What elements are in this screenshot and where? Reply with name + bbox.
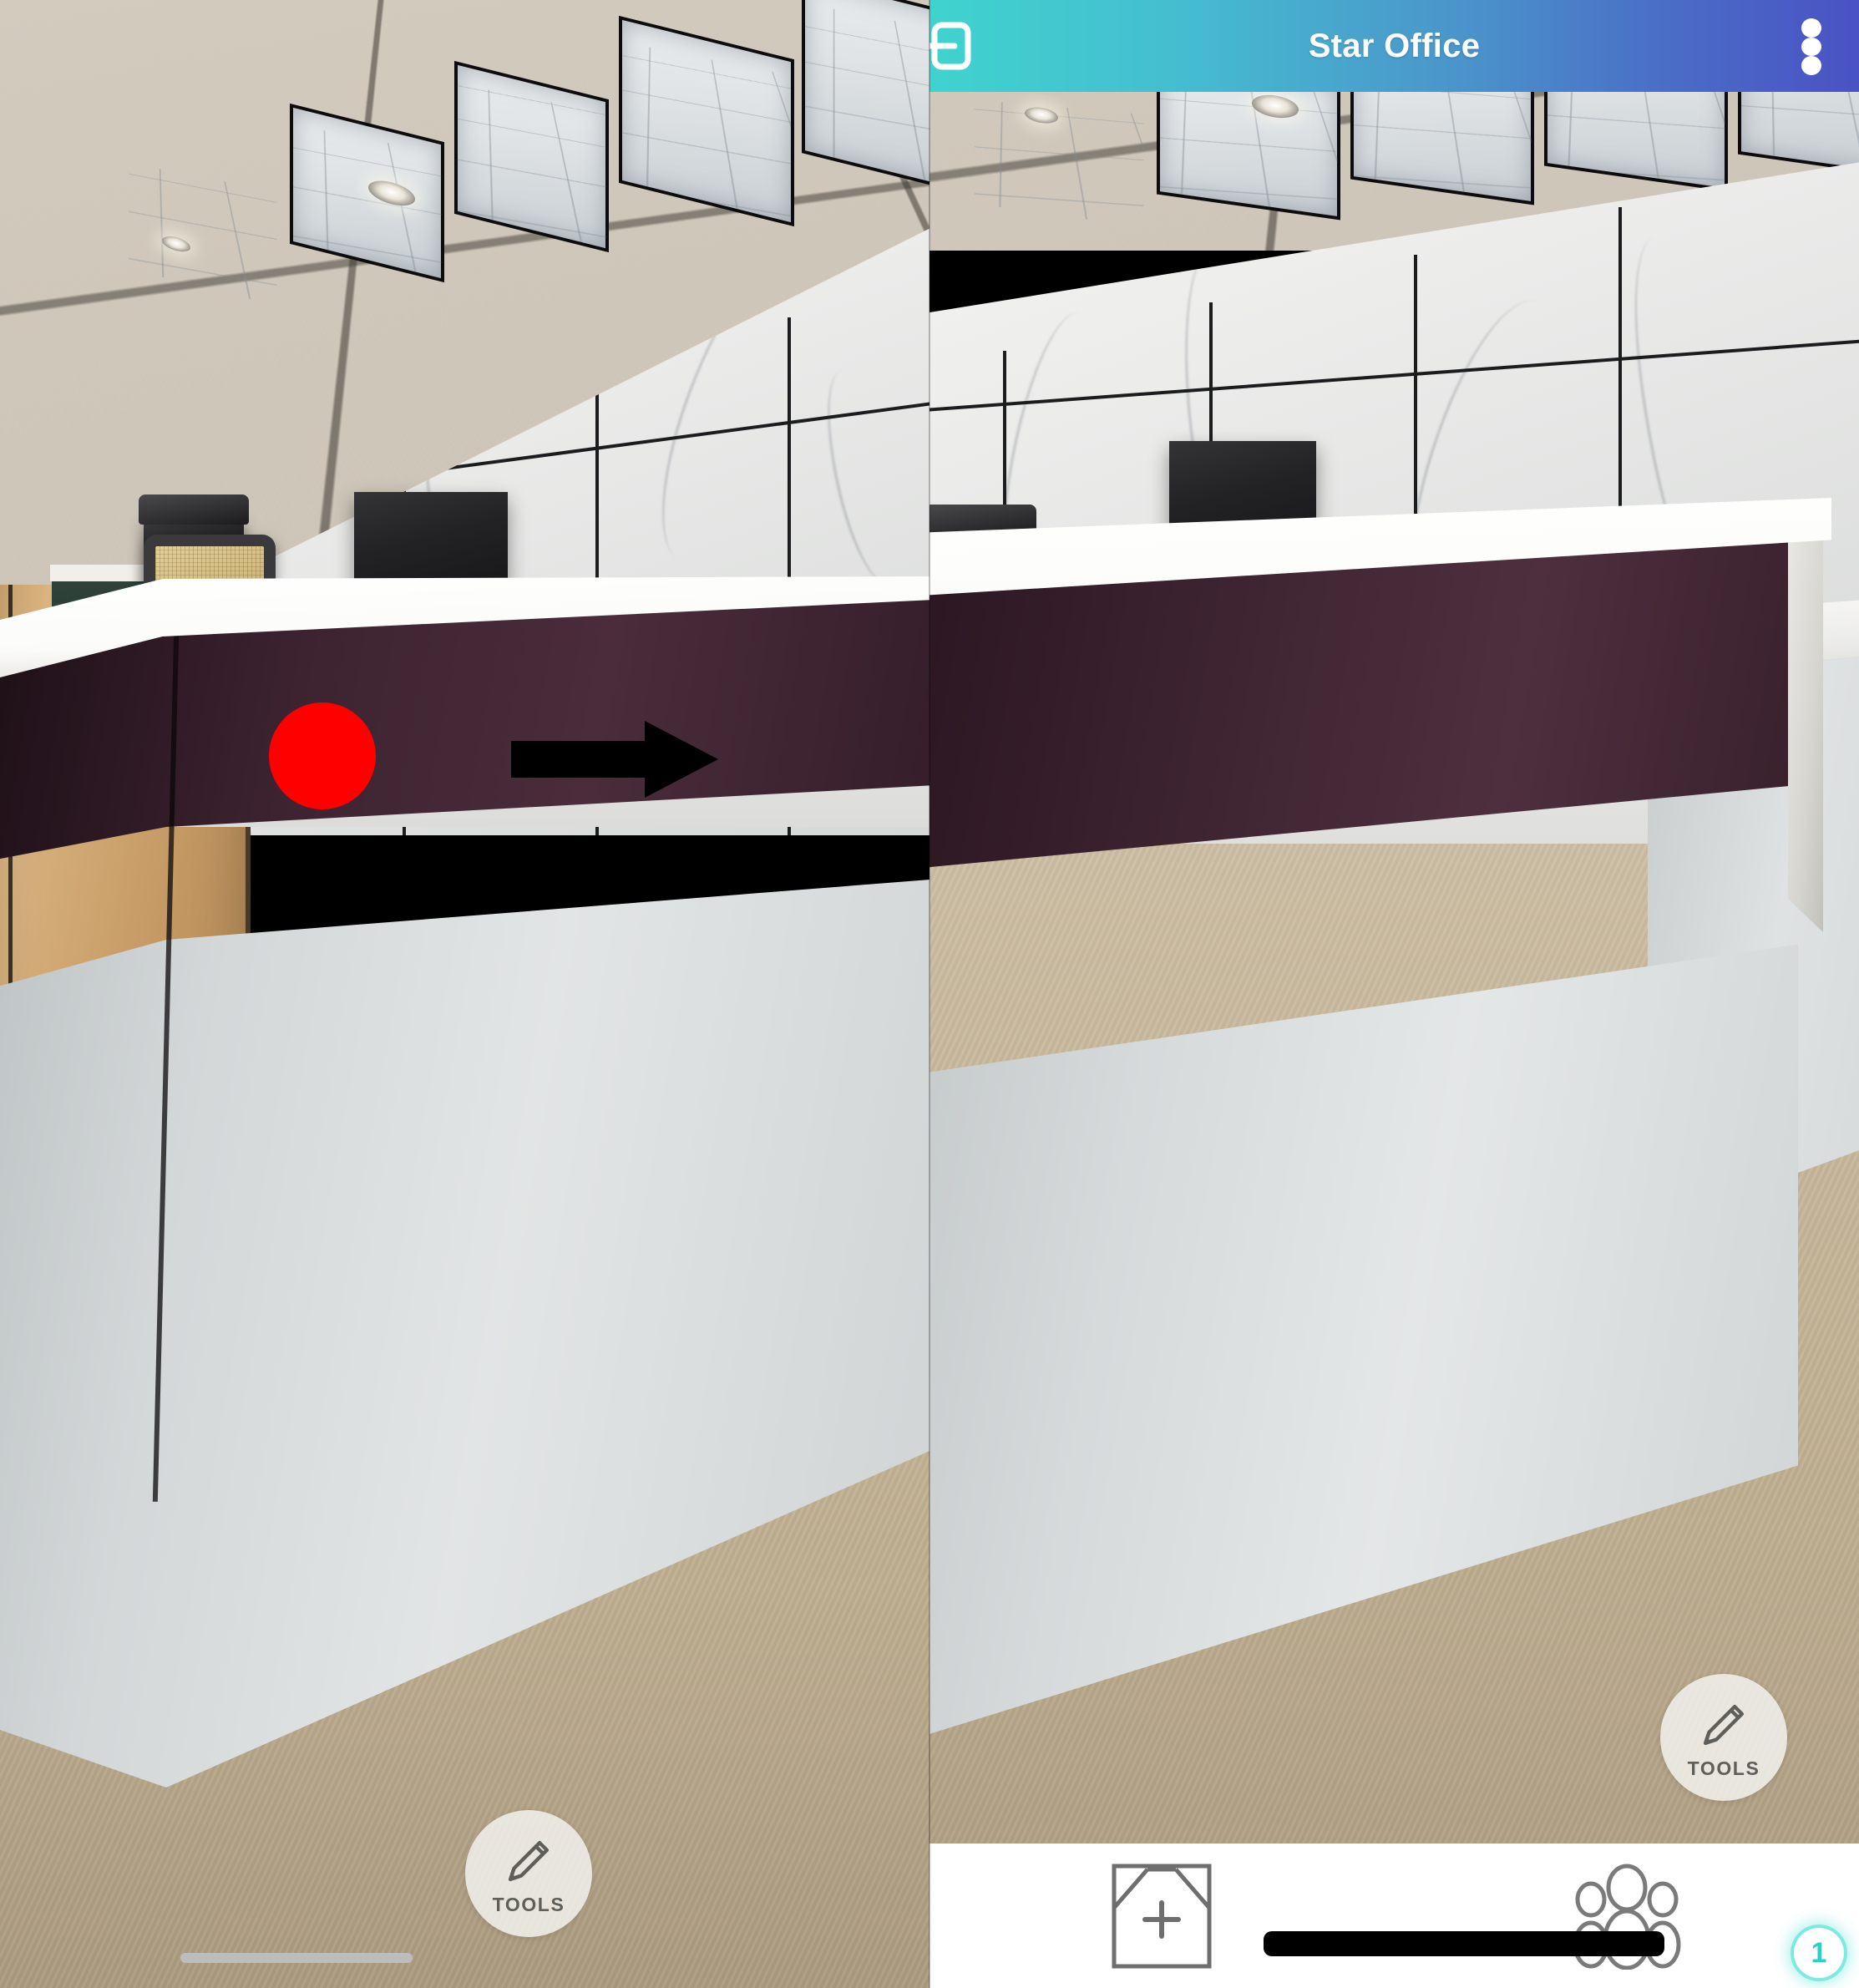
home-indicator-left [180, 1953, 413, 1963]
right-photo-panel[interactable]: Star Office TOOLS [930, 0, 1859, 1988]
pencil-icon [499, 1832, 558, 1890]
printer-lid [139, 494, 249, 525]
pencil-icon [1694, 1696, 1753, 1754]
menu-dot [1801, 56, 1821, 75]
office-scene-left: TOOLS [0, 0, 930, 1988]
tools-button-right[interactable]: TOOLS [1660, 1674, 1787, 1801]
home-indicator-right [1264, 1931, 1664, 1956]
nav-add-room-button[interactable] [930, 1843, 1395, 1988]
bottom-navigation-bar: 1 [930, 1843, 1859, 1988]
status-badge: 1 [1794, 1928, 1844, 1978]
exit-icon[interactable] [930, 22, 971, 70]
desk-end-cap [1788, 515, 1823, 932]
menu-dot [1801, 18, 1821, 38]
nav-people-button[interactable]: 1 [1395, 1843, 1859, 1988]
left-photo-panel[interactable]: TOOLS [0, 0, 930, 1988]
screenshot-root: TOOLS Star Office TOOLS 1 [0, 0, 1859, 1988]
page-title: Star Office [1309, 28, 1481, 65]
tools-button-left[interactable]: TOOLS [465, 1810, 592, 1937]
tools-label: TOOLS [1688, 1757, 1760, 1780]
monitor [354, 492, 508, 591]
tools-label: TOOLS [493, 1894, 565, 1916]
office-scene-right: Star Office TOOLS [930, 0, 1859, 1988]
red-circle-annotation[interactable] [269, 702, 376, 809]
add-room-icon [1111, 1863, 1213, 1970]
transom-glass-pane [971, 81, 1147, 231]
panel-split-seam [929, 0, 930, 1988]
menu-dot [1801, 38, 1821, 57]
app-bar: Star Office [930, 0, 1859, 92]
black-arrow-annotation[interactable] [511, 719, 718, 799]
three-dot-menu-icon[interactable] [1797, 18, 1826, 75]
